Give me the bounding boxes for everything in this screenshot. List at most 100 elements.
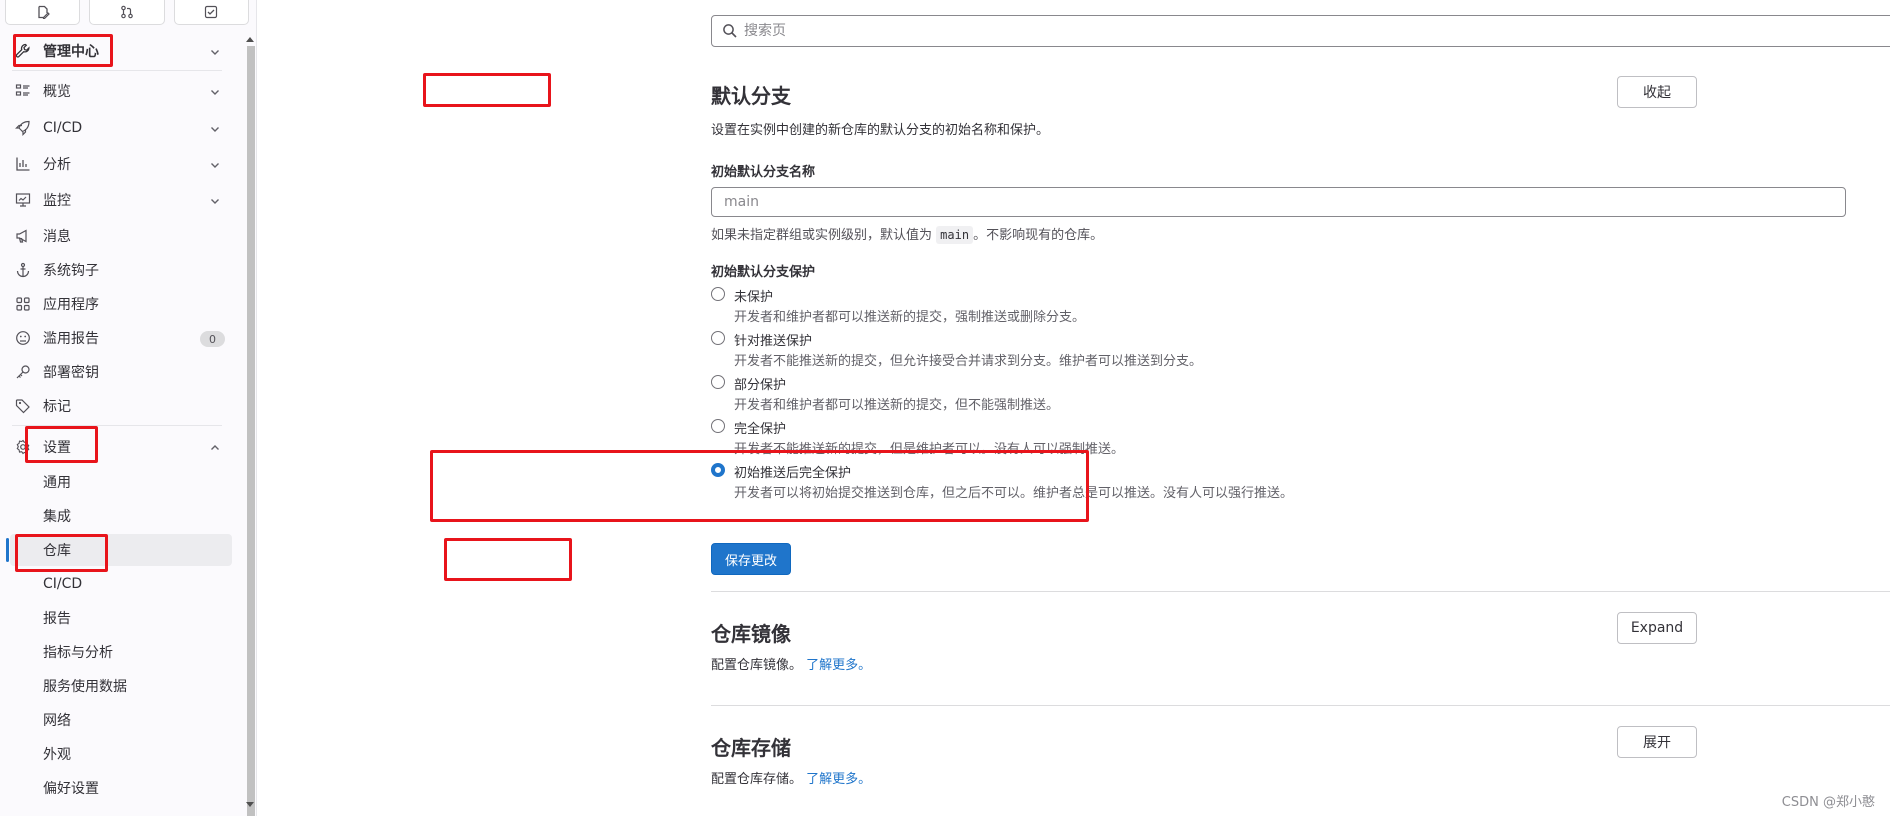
save-changes-button[interactable]: 保存更改	[711, 543, 791, 575]
radio-button[interactable]	[711, 419, 725, 433]
sidebar-scrollbar[interactable]	[245, 32, 256, 816]
monitor-icon	[14, 191, 32, 209]
mirror-description: 配置仓库镜像。 了解更多。	[711, 654, 871, 673]
sidebar-subitem-usage-data[interactable]: 服务使用数据	[10, 670, 232, 702]
section-divider	[711, 591, 1890, 592]
radio-button-checked[interactable]	[711, 463, 725, 477]
sidebar-subitem-general[interactable]: 通用	[10, 466, 232, 498]
sidebar-subitem-label: 集成	[43, 509, 71, 525]
sidebar-item-label: 设置	[43, 440, 71, 456]
chevron-up-icon	[211, 445, 219, 450]
sidebar-item-label: CI/CD	[43, 120, 83, 136]
sidebar-item-cicd[interactable]: CI/CD	[0, 111, 238, 145]
description-text: 配置仓库存储。	[711, 772, 803, 787]
protection-option-full[interactable]: 完全保护 开发者不能推送新的提交，但是维护者可以。没有人可以强制推送。	[711, 418, 1611, 458]
default-branch-name-input[interactable]	[711, 187, 1846, 217]
option-label: 针对推送保护	[734, 334, 813, 349]
sidebar-item-deploy-keys[interactable]: 部署密钥	[0, 355, 238, 389]
search-input[interactable]	[742, 17, 1890, 45]
scrollbar-thumb[interactable]	[247, 46, 255, 816]
protection-option-push[interactable]: 针对推送保护 开发者不能推送新的提交，但允许接受合并请求到分支。维护者可以推送到…	[711, 330, 1611, 370]
scroll-down-icon[interactable]	[246, 802, 254, 807]
sidebar-subitem-preferences[interactable]: 偏好设置	[10, 772, 232, 804]
search-icon	[723, 24, 737, 38]
section-title-mirror: 仓库镜像	[711, 622, 791, 646]
help-text: 。不影响现有的仓库。	[973, 228, 1104, 243]
sidebar-item-overview[interactable]: 概览	[0, 74, 238, 108]
edit-button[interactable]	[5, 0, 81, 25]
sidebar-item-labels[interactable]: 标记	[0, 389, 238, 423]
storage-description: 配置仓库存储。 了解更多。	[711, 768, 871, 787]
sidebar-subitem-label: 服务使用数据	[43, 679, 127, 695]
sidebar-header-label: 管理中心	[43, 44, 99, 60]
chart-icon	[14, 155, 32, 173]
radio-button[interactable]	[711, 375, 725, 389]
option-help: 开发者和维护者都可以推送新的提交，但不能强制推送。	[734, 398, 1060, 413]
branch-name-help: 如果未指定群组或实例级别，默认值为 main 。不影响现有的仓库。	[711, 224, 1104, 244]
sidebar-subitem-label: 外观	[43, 747, 71, 763]
chevron-down-icon	[211, 199, 219, 204]
section-title-storage: 仓库存储	[711, 736, 791, 760]
main-content: 默认分支 收起 设置在实例中创建的新仓库的默认分支的初始名称和保护。 初始默认分…	[256, 0, 1890, 816]
learn-more-link[interactable]: 了解更多。	[806, 772, 871, 787]
abuse-icon	[14, 329, 32, 347]
sidebar-subitem-repository[interactable]: 仓库	[6, 534, 232, 566]
count-badge: 0	[200, 331, 225, 347]
key-icon	[14, 363, 32, 381]
option-help: 开发者不能推送新的提交，但是维护者可以。没有人可以强制推送。	[734, 442, 1125, 457]
protection-option-none[interactable]: 未保护 开发者和维护者都可以推送新的提交，强制推送或删除分支。	[711, 286, 1611, 326]
sidebar-item-system-hooks[interactable]: 系统钩子	[0, 253, 238, 287]
merge-requests-button[interactable]	[89, 0, 165, 25]
edit-icon	[38, 5, 50, 19]
sidebar-header-admin[interactable]: 管理中心	[0, 34, 238, 68]
settings-icon	[14, 438, 32, 456]
sidebar-item-label: 消息	[43, 229, 71, 245]
sidebar-subitem-label: 通用	[43, 475, 71, 491]
sidebar-item-abuse-reports[interactable]: 滥用报告 0	[0, 321, 238, 355]
description-text: 配置仓库镜像。	[711, 658, 803, 673]
branch-name-label: 初始默认分支名称	[711, 165, 816, 180]
megaphone-icon	[14, 227, 32, 245]
sidebar-subitem-cicd[interactable]: CI/CD	[10, 568, 232, 600]
protection-option-after-initial-push[interactable]: 初始推送后完全保护 开发者可以将初始提交推送到仓库，但之后不可以。维护者总是可以…	[711, 462, 1611, 502]
sidebar-item-label: 监控	[43, 193, 71, 209]
sidebar-item-applications[interactable]: 应用程序	[0, 287, 238, 321]
sidebar-subitem-appearance[interactable]: 外观	[10, 738, 232, 770]
overview-icon	[14, 82, 32, 100]
sidebar-subitem-network[interactable]: 网络	[10, 704, 232, 736]
label-icon	[14, 397, 32, 415]
sidebar-subitem-metrics[interactable]: 指标与分析	[10, 636, 232, 668]
anchor-icon	[14, 261, 32, 279]
sidebar-top-buttons	[5, 0, 249, 25]
sidebar-item-analytics[interactable]: 分析	[0, 147, 238, 181]
sidebar-subitem-label: 网络	[43, 713, 71, 729]
option-help: 开发者不能推送新的提交，但允许接受合并请求到分支。维护者可以推送到分支。	[734, 354, 1203, 369]
sidebar-subitem-label: CI/CD	[43, 576, 83, 592]
sidebar-item-settings[interactable]: 设置	[0, 430, 238, 464]
sidebar-item-label: 系统钩子	[43, 263, 99, 279]
expand-mirror-button[interactable]: Expand	[1617, 612, 1697, 644]
sidebar-subitem-label: 仓库	[43, 543, 71, 559]
radio-button[interactable]	[711, 331, 725, 345]
chevron-down-icon	[211, 127, 219, 132]
sidebar-subitem-label: 偏好设置	[43, 781, 99, 797]
sidebar-subitem-integrations[interactable]: 集成	[10, 500, 232, 532]
scroll-up-icon[interactable]	[246, 37, 254, 42]
collapse-button[interactable]: 收起	[1617, 76, 1697, 108]
sidebar-item-label: 滥用报告	[43, 331, 99, 347]
radio-button[interactable]	[711, 287, 725, 301]
sidebar-item-monitoring[interactable]: 监控	[0, 183, 238, 217]
search-bar[interactable]	[711, 15, 1890, 47]
section-divider	[711, 705, 1890, 706]
sidebar: 管理中心 概览 CI/CD 分析 监控 消息 系统钩子 应用程序 滥用报告 0	[0, 0, 257, 816]
option-help: 开发者和维护者都可以推送新的提交，强制推送或删除分支。	[734, 310, 1086, 325]
sidebar-divider	[12, 70, 222, 71]
protection-option-partial[interactable]: 部分保护 开发者和维护者都可以推送新的提交，但不能强制推送。	[711, 374, 1611, 414]
option-label: 部分保护	[734, 378, 787, 393]
todos-button[interactable]	[173, 0, 249, 25]
expand-storage-button[interactable]: 展开	[1617, 726, 1697, 758]
option-label: 未保护	[734, 290, 774, 305]
sidebar-item-messages[interactable]: 消息	[0, 219, 238, 253]
sidebar-subitem-reporting[interactable]: 报告	[10, 602, 232, 634]
learn-more-link[interactable]: 了解更多。	[806, 658, 871, 673]
